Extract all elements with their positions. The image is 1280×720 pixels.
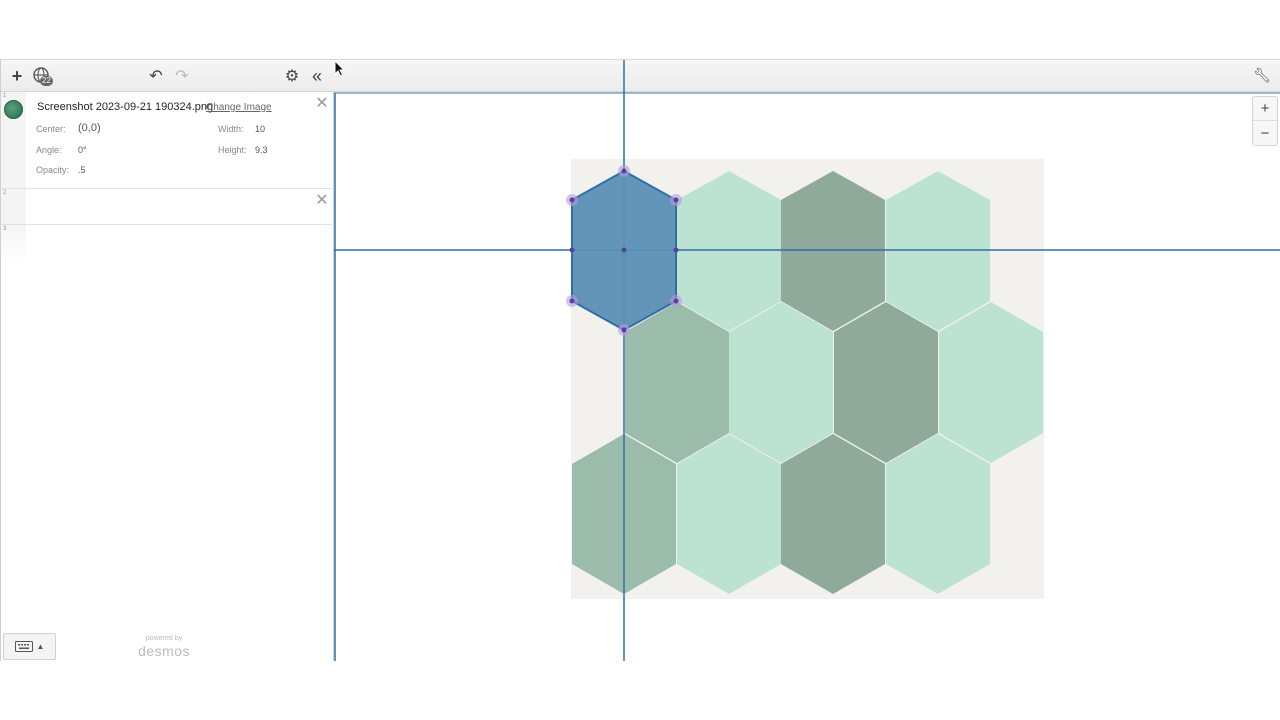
globe-button[interactable]: 22 (32, 66, 53, 86)
keyboard-icon (14, 641, 33, 652)
graph-paper[interactable]: 🔧︎ + − (334, 60, 1280, 662)
globe-badge: 22 (40, 76, 53, 86)
hex-tile (939, 302, 1043, 463)
opacity-value-field[interactable]: .5 (78, 165, 86, 175)
hex-tile (886, 434, 990, 594)
expression-index: 3 (3, 226, 7, 232)
center-value-field[interactable]: (0,0) (78, 122, 101, 134)
gear-icon: ⚙ (284, 68, 300, 85)
angle-label: Angle: (36, 145, 62, 155)
add-item-button[interactable]: + (7, 66, 27, 86)
width-value-field[interactable]: 10 (255, 124, 265, 134)
origin-point[interactable] (621, 247, 627, 253)
axis-intersection-point[interactable] (569, 247, 575, 253)
settings-button[interactable]: ⚙ (282, 66, 302, 86)
redo-icon: ↷ (175, 68, 189, 85)
expression-panel: + 22 ↶ ↷ ⚙ « 1 Screenshot 2023-09-21 190… (1, 60, 334, 662)
expression-gutter: 3 (1, 225, 26, 261)
vertex-point-core (569, 298, 575, 304)
double-chevron-left-icon: « (311, 65, 322, 86)
mouse-cursor-icon (334, 60, 346, 77)
collapse-panel-button[interactable]: « (307, 66, 327, 86)
vertex-point-core (621, 168, 627, 174)
image-filename: Screenshot 2023-09-21 190324.png (37, 101, 214, 113)
hex-tile (729, 302, 833, 463)
expression-gutter: 1 (1, 92, 26, 188)
hex-tile (781, 171, 885, 331)
expression-item-new[interactable]: 3 (1, 225, 334, 261)
opacity-label: Opacity: (36, 165, 70, 175)
change-image-link[interactable]: Change Image (206, 102, 272, 113)
angle-value-field[interactable]: 0° (78, 145, 87, 155)
hex-tile (625, 302, 729, 463)
hex-tile (834, 302, 938, 463)
vertex-point-core (673, 298, 679, 304)
redo-button[interactable]: ↷ (172, 66, 192, 86)
expression-index: 1 (3, 93, 7, 99)
vertex-point-core (569, 197, 575, 203)
desmos-app: + 22 ↶ ↷ ⚙ « 1 Screenshot 2023-09-21 190… (0, 59, 1280, 662)
keypad-toggle-button[interactable]: ▲ (3, 633, 56, 660)
delete-expression-button[interactable]: ✕ (315, 96, 329, 112)
expression-list: 1 Screenshot 2023-09-21 190324.png Chang… (1, 92, 334, 261)
center-label: Center: (36, 124, 66, 134)
hex-tile (781, 434, 885, 594)
bottom-whitespace (0, 661, 1280, 720)
image-thumbnail-icon[interactable] (4, 100, 23, 119)
zoom-in-button[interactable]: + (1253, 97, 1277, 121)
hex-tile (677, 434, 781, 594)
graph-canvas[interactable] (334, 60, 1280, 662)
expression-toolbar: + 22 ↶ ↷ ⚙ « (1, 60, 334, 92)
hex-tile (677, 171, 781, 331)
desmos-logo: desmos (138, 643, 191, 659)
screen: + 22 ↶ ↷ ⚙ « 1 Screenshot 2023-09-21 190… (0, 0, 1280, 720)
height-label: Height: (218, 145, 247, 155)
expression-gutter: 2 (1, 189, 26, 224)
vertex-point-core (621, 327, 627, 333)
powered-by-text: powered by (145, 635, 183, 642)
zoom-out-button[interactable]: − (1253, 121, 1277, 145)
expression-index: 2 (3, 190, 7, 196)
vertex-point-core (673, 197, 679, 203)
caret-up-icon: ▲ (36, 642, 45, 651)
plus-icon: + (11, 65, 23, 86)
zoom-controls: + − (1252, 96, 1278, 146)
expression-item-empty[interactable]: 2 ✕ (1, 189, 334, 225)
width-label: Width: (218, 124, 244, 134)
hex-tile (886, 171, 990, 331)
height-value-field[interactable]: 9.3 (255, 145, 268, 155)
undo-button[interactable]: ↶ (146, 66, 166, 86)
undo-icon: ↶ (149, 68, 163, 85)
expression-item-image[interactable]: 1 Screenshot 2023-09-21 190324.png Chang… (1, 92, 334, 189)
delete-expression-button[interactable]: ✕ (315, 193, 329, 209)
axis-intersection-point[interactable] (673, 247, 679, 253)
powered-by-desmos[interactable]: powered by desmos (138, 635, 190, 659)
